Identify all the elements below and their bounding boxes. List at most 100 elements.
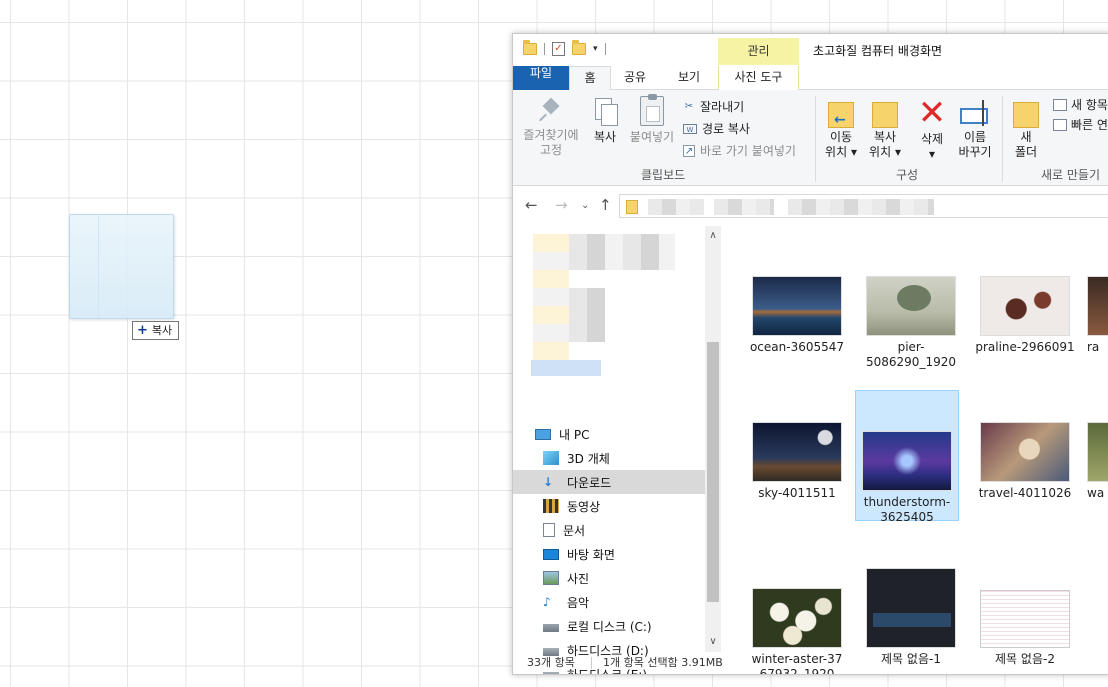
nav-item-label: 음악 — [567, 595, 590, 610]
new-folder-icon[interactable] — [572, 40, 586, 55]
ribbon: 즐겨찾기에 고정 복사 붙여넣기 ✂ 잘라내기 W 경로 복사 ↗ 바로 가기 … — [513, 90, 1108, 186]
blurred-path — [648, 199, 704, 215]
clipboard-small-buttons: ✂ 잘라내기 W 경로 복사 ↗ 바로 가기 붙여넣기 — [683, 96, 796, 162]
title-bar: ✓ ▾ 관리 초고화질 컴퓨터 배경화면 — [513, 34, 1108, 66]
drag-preview — [69, 214, 174, 319]
nav-item[interactable]: 사진 — [513, 566, 705, 590]
nav-item-label: 바탕 화면 — [567, 547, 615, 562]
thumbnail-image — [1087, 422, 1108, 482]
new-item-icon — [1053, 98, 1067, 111]
folder-icon — [626, 200, 638, 214]
nav-scrollbar[interactable]: ∧ ∨ — [705, 226, 721, 652]
nav-item-label: 내 PC — [559, 427, 590, 442]
file-item-selected[interactable]: thunderstorm-3625405 — [855, 390, 959, 524]
properties-icon[interactable]: ✓ — [552, 42, 565, 56]
file-item[interactable]: praline-2966091 — [973, 276, 1077, 355]
desktop-icon — [543, 548, 559, 560]
new-item-button[interactable]: 새 항목 — [1053, 96, 1108, 113]
customize-dropdown-icon[interactable]: ▾ — [593, 44, 598, 54]
copy-path-button[interactable]: W 경로 복사 — [683, 118, 796, 140]
drag-copy-label: 복사 — [151, 324, 173, 337]
thumbnail-image — [752, 422, 842, 482]
cut-button[interactable]: ✂ 잘라내기 — [683, 96, 796, 118]
file-item[interactable]: travel-4011026 — [973, 422, 1077, 501]
window-title: 초고화질 컴퓨터 배경화면 — [813, 44, 943, 58]
file-list: ocean-3605547 pier-5086290_1920 praline-… — [723, 226, 1108, 674]
pc-icon — [535, 428, 551, 440]
file-item[interactable]: ra — [1087, 276, 1108, 355]
thumbnail-image — [1087, 276, 1108, 336]
move-to-button[interactable]: ← 이동 위치 ▾ — [821, 98, 861, 160]
folder-icon — [523, 40, 537, 55]
tab-share[interactable]: 공유 — [615, 66, 655, 90]
nav-item[interactable]: 로컬 디스크 (C:) — [513, 614, 705, 638]
explorer-window: ✓ ▾ 관리 초고화질 컴퓨터 배경화면 파일 홈 공유 보기 사진 도구 즐겨… — [512, 33, 1108, 675]
thumbnail-image — [980, 276, 1070, 336]
nav-item[interactable]: 문서 — [513, 518, 705, 542]
tab-home[interactable]: 홈 — [569, 66, 611, 91]
tab-file[interactable]: 파일 — [513, 66, 569, 90]
clipboard-group-label: 클립보드 — [641, 168, 686, 182]
organize-group-label: 구성 — [896, 168, 919, 182]
recent-locations-chevron-icon[interactable]: ⌄ — [581, 200, 589, 211]
address-field[interactable] — [619, 194, 1108, 218]
paste-shortcut-button[interactable]: ↗ 바로 가기 붙여넣기 — [683, 140, 796, 162]
file-item[interactable]: sky-4011511 — [745, 422, 849, 501]
file-item[interactable]: wa — [1087, 422, 1108, 501]
nav-item[interactable]: ↓ 다운로드 — [513, 470, 705, 494]
delete-button[interactable]: ✕ 삭제 ▾ — [915, 96, 949, 162]
nav-item[interactable]: 동영상 — [513, 494, 705, 518]
ribbon-tabs: 파일 홈 공유 보기 사진 도구 — [513, 66, 1108, 91]
new-folder-big-icon — [1013, 98, 1039, 128]
copy-icon — [593, 98, 618, 126]
copy-folder-icon — [872, 98, 898, 128]
pin-icon — [539, 98, 563, 124]
pictures-icon — [543, 571, 559, 585]
back-arrow-icon[interactable]: ← — [525, 196, 538, 214]
easy-access-button[interactable]: 빠른 연 — [1053, 116, 1108, 133]
new-folder-button[interactable]: 새 폴더 — [1009, 98, 1043, 160]
paste-button[interactable]: 붙여넣기 — [625, 94, 679, 145]
address-bar-row: ← → ⌄ ↑ — [513, 192, 1108, 220]
music-icon: ♪ — [543, 595, 551, 609]
copy-button[interactable]: 복사 — [587, 98, 623, 145]
blurred-quick-access — [533, 234, 569, 360]
up-arrow-icon[interactable]: ↑ — [599, 196, 612, 214]
nav-item[interactable]: 3D 개체 — [513, 446, 705, 470]
nav-item[interactable]: 내 PC — [513, 422, 705, 446]
tab-picture-tools[interactable]: 사진 도구 — [718, 66, 799, 90]
nav-item-label: 다운로드 — [567, 475, 612, 490]
nav-item-label: 사진 — [567, 571, 590, 586]
quick-access-toolbar: ✓ ▾ — [523, 40, 606, 56]
nav-item-label: 문서 — [563, 523, 586, 538]
nav-item[interactable]: ♪ 음악 — [513, 590, 705, 614]
rename-button[interactable]: 이름 바꾸기 — [955, 100, 995, 160]
copy-path-icon: W — [683, 124, 697, 134]
scroll-up-icon[interactable]: ∧ — [705, 230, 721, 241]
easy-access-icon — [1053, 118, 1067, 131]
thumbnail-image — [866, 568, 956, 648]
nav-scroll-thumb[interactable] — [707, 342, 719, 602]
nav-item[interactable]: 바탕 화면 — [513, 542, 705, 566]
tab-view[interactable]: 보기 — [667, 66, 711, 90]
thumbnail-image — [862, 431, 952, 491]
selection-info: 1개 항목 선택함 3.91MB — [603, 656, 723, 669]
clipboard-icon — [640, 94, 664, 126]
new-group-label: 새로 만들기 — [1041, 168, 1101, 182]
pin-to-quick-access-button[interactable]: 즐겨찾기에 고정 — [519, 98, 583, 158]
manage-context-tab: 관리 — [718, 38, 799, 65]
plus-icon: + — [137, 323, 148, 338]
file-item[interactable]: ocean-3605547 — [745, 276, 849, 355]
nav-item-label: 동영상 — [567, 499, 601, 514]
forward-arrow-icon[interactable]: → — [555, 196, 568, 214]
document-icon — [543, 523, 555, 537]
thumbnail-image — [752, 588, 842, 648]
nav-item-label: 로컬 디스크 (C:) — [567, 619, 652, 634]
move-folder-icon: ← — [828, 98, 854, 128]
scissors-icon: ✂ — [684, 101, 694, 112]
scroll-down-icon[interactable]: ∨ — [705, 636, 721, 647]
file-item[interactable]: pier-5086290_1920 — [859, 276, 963, 370]
copy-to-button[interactable]: 복사 위치 ▾ — [865, 98, 905, 160]
cube-icon — [543, 451, 559, 465]
thumbnail-image — [752, 276, 842, 336]
